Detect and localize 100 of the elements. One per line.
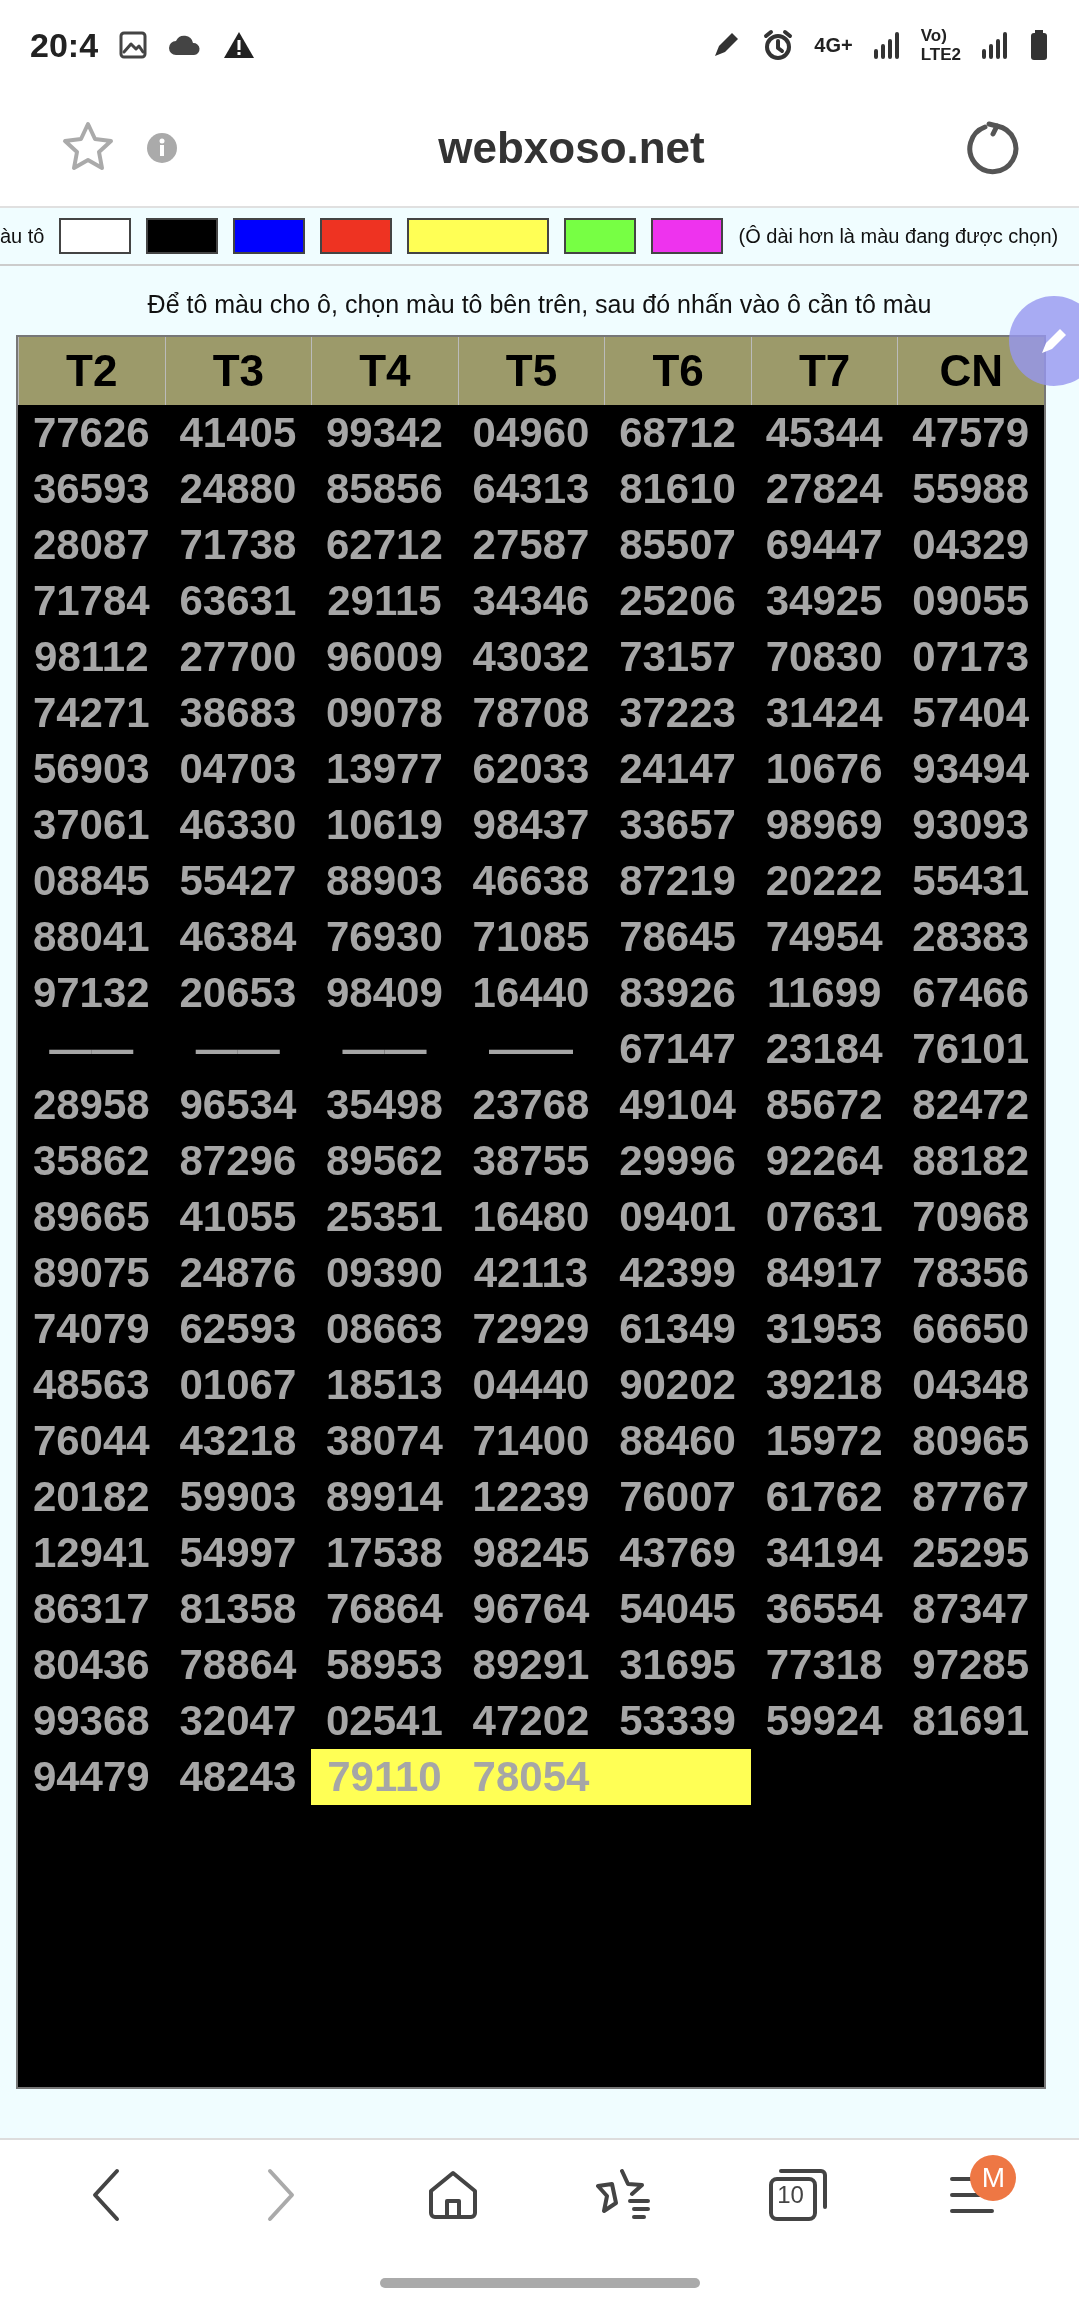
table-cell[interactable]: 71784 xyxy=(18,573,165,629)
table-cell[interactable]: 15972 xyxy=(750,1413,898,1469)
table-cell[interactable]: 33657 xyxy=(604,797,751,853)
table-cell[interactable]: 27587 xyxy=(457,517,605,573)
table-cell[interactable]: 28958 xyxy=(18,1077,165,1133)
table-cell[interactable]: 74271 xyxy=(18,685,165,741)
table-cell[interactable]: 98409 xyxy=(311,965,458,1021)
table-cell[interactable]: 87347 xyxy=(897,1581,1044,1637)
table-cell[interactable]: 70968 xyxy=(897,1189,1044,1245)
table-cell[interactable]: 77318 xyxy=(750,1637,898,1693)
table-cell[interactable]: 96009 xyxy=(311,629,458,685)
table-cell[interactable] xyxy=(604,1749,751,1805)
table-cell[interactable]: 25351 xyxy=(311,1189,458,1245)
table-cell[interactable]: 24147 xyxy=(604,741,751,797)
table-cell[interactable]: 85507 xyxy=(604,517,751,573)
table-cell[interactable]: 61762 xyxy=(750,1469,898,1525)
table-cell[interactable]: 98969 xyxy=(750,797,898,853)
table-cell[interactable]: 10676 xyxy=(750,741,898,797)
color-swatch[interactable] xyxy=(320,218,393,254)
table-cell[interactable]: 71085 xyxy=(457,909,605,965)
table-cell[interactable]: 56903 xyxy=(18,741,165,797)
table-cell[interactable]: 39218 xyxy=(750,1357,898,1413)
table-cell[interactable]: 28087 xyxy=(18,517,165,573)
table-cell[interactable]: 80436 xyxy=(18,1637,165,1693)
table-cell[interactable]: 85856 xyxy=(311,461,458,517)
table-cell[interactable]: 62033 xyxy=(457,741,605,797)
table-cell[interactable]: 47202 xyxy=(457,1693,605,1749)
table-cell[interactable]: 76101 xyxy=(897,1021,1044,1077)
table-cell[interactable]: 27700 xyxy=(164,629,312,685)
table-cell[interactable]: 36593 xyxy=(18,461,165,517)
reload-icon[interactable] xyxy=(965,121,1019,175)
tabs-button[interactable]: 10 xyxy=(759,2155,840,2235)
table-cell[interactable]: 47579 xyxy=(897,405,1044,461)
color-swatch[interactable] xyxy=(233,218,306,254)
table-cell[interactable]: 08663 xyxy=(311,1301,458,1357)
table-cell[interactable]: 29115 xyxy=(311,573,458,629)
table-cell[interactable]: 42399 xyxy=(604,1245,751,1301)
table-cell[interactable]: 76044 xyxy=(18,1413,165,1469)
table-cell[interactable]: 31695 xyxy=(604,1637,751,1693)
table-cell[interactable]: 55988 xyxy=(897,461,1044,517)
table-cell[interactable]: 38074 xyxy=(311,1413,458,1469)
table-cell[interactable]: 10619 xyxy=(311,797,458,853)
table-cell[interactable]: 96534 xyxy=(164,1077,312,1133)
table-cell[interactable]: 89075 xyxy=(18,1245,165,1301)
table-cell[interactable]: 12941 xyxy=(18,1525,165,1581)
table-cell[interactable]: 71738 xyxy=(164,517,312,573)
table-cell[interactable]: 99368 xyxy=(18,1693,165,1749)
table-cell[interactable]: 78864 xyxy=(164,1637,312,1693)
table-cell[interactable]: 48243 xyxy=(164,1749,312,1805)
table-cell[interactable]: 38755 xyxy=(457,1133,605,1189)
table-cell[interactable]: 87219 xyxy=(604,853,751,909)
color-swatch[interactable] xyxy=(146,218,219,254)
table-cell[interactable]: 54045 xyxy=(604,1581,751,1637)
table-cell[interactable]: 90202 xyxy=(604,1357,751,1413)
table-cell[interactable]: 53339 xyxy=(604,1693,751,1749)
table-cell[interactable]: 88182 xyxy=(897,1133,1044,1189)
table-cell[interactable]: 61349 xyxy=(604,1301,751,1357)
table-cell[interactable]: 25295 xyxy=(897,1525,1044,1581)
table-cell[interactable]: 28383 xyxy=(897,909,1044,965)
table-cell[interactable]: 13977 xyxy=(311,741,458,797)
table-cell[interactable]: 89665 xyxy=(18,1189,165,1245)
table-cell[interactable]: 94479 xyxy=(18,1749,165,1805)
table-cell[interactable]: 34925 xyxy=(750,573,898,629)
table-cell[interactable]: 66650 xyxy=(897,1301,1044,1357)
table-cell[interactable]: 73157 xyxy=(604,629,751,685)
table-cell[interactable]: 89291 xyxy=(457,1637,605,1693)
table-cell[interactable]: 58953 xyxy=(311,1637,458,1693)
table-cell[interactable]: 46638 xyxy=(457,853,605,909)
color-swatch[interactable] xyxy=(651,218,724,254)
table-cell[interactable]: 88460 xyxy=(604,1413,751,1469)
table-cell[interactable]: 76930 xyxy=(311,909,458,965)
table-cell[interactable]: 67147 xyxy=(604,1021,751,1077)
table-cell[interactable]: 34346 xyxy=(457,573,605,629)
table-cell[interactable]: 87296 xyxy=(164,1133,312,1189)
table-cell[interactable]: 88903 xyxy=(311,853,458,909)
table-cell[interactable]: 78645 xyxy=(604,909,751,965)
table-cell[interactable]: 46384 xyxy=(164,909,312,965)
table-cell[interactable]: 89914 xyxy=(311,1469,458,1525)
table-cell[interactable]: 34194 xyxy=(750,1525,898,1581)
table-cell[interactable]: 20182 xyxy=(18,1469,165,1525)
table-cell[interactable]: 07631 xyxy=(750,1189,898,1245)
table-cell[interactable]: 98437 xyxy=(457,797,605,853)
table-cell[interactable]: 57404 xyxy=(897,685,1044,741)
table-cell[interactable]: 78356 xyxy=(897,1245,1044,1301)
table-cell[interactable]: 24880 xyxy=(164,461,312,517)
table-cell[interactable]: 37061 xyxy=(18,797,165,853)
table-cell[interactable]: 36554 xyxy=(750,1581,898,1637)
table-cell[interactable]: 48563 xyxy=(18,1357,165,1413)
table-cell[interactable]: 38683 xyxy=(164,685,312,741)
table-cell[interactable]: 16480 xyxy=(457,1189,605,1245)
table-cell[interactable]: 74079 xyxy=(18,1301,165,1357)
table-cell[interactable]: 63631 xyxy=(164,573,312,629)
table-cell[interactable]: 55431 xyxy=(897,853,1044,909)
table-cell[interactable]: 35498 xyxy=(311,1077,458,1133)
table-cell[interactable]: 20222 xyxy=(750,853,898,909)
table-cell[interactable]: 86317 xyxy=(18,1581,165,1637)
table-cell[interactable]: 09078 xyxy=(311,685,458,741)
table-cell[interactable]: 01067 xyxy=(164,1357,312,1413)
table-cell[interactable]: 18513 xyxy=(311,1357,458,1413)
table-cell[interactable]: 12239 xyxy=(457,1469,605,1525)
